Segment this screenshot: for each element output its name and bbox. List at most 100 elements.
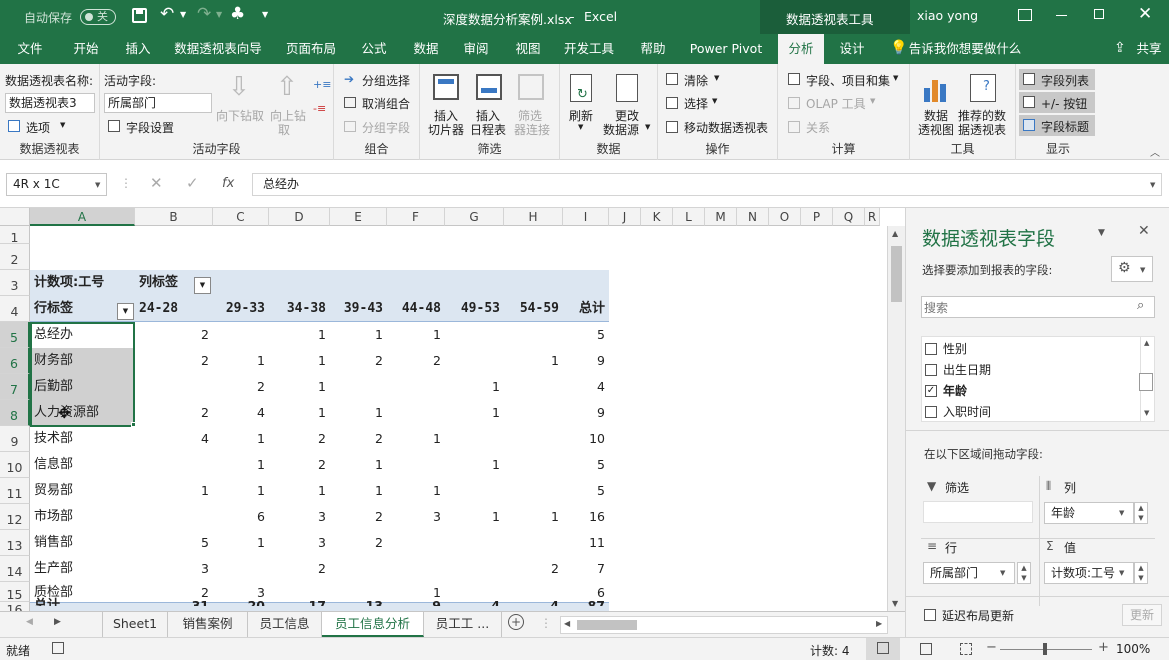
pivot-value-cell[interactable]: 5 — [563, 455, 605, 475]
row-header-12[interactable]: 12 — [0, 504, 30, 530]
zoom-slider-handle[interactable] — [1043, 643, 1047, 655]
autosave-toggle[interactable]: 关 — [80, 9, 116, 25]
sheet-tab-employee-analysis[interactable]: 员工信息分析 — [322, 612, 424, 637]
row-header-9[interactable]: 9 — [0, 426, 30, 452]
pivot-value-cell[interactable]: 2 — [269, 429, 326, 449]
tab-design[interactable]: 设计 — [830, 34, 874, 64]
pivot-value-cell[interactable]: 1 — [213, 481, 265, 501]
select-button[interactable]: 选择 — [684, 95, 708, 112]
tab-file[interactable]: 文件 — [8, 34, 52, 64]
col-header-e[interactable]: E — [330, 208, 387, 226]
pivot-value-cell[interactable]: 2 — [135, 325, 209, 345]
customize-qat-icon[interactable]: ▼ — [262, 10, 268, 19]
pivot-name-input[interactable]: 数据透视表3 — [5, 93, 95, 113]
col-header-o[interactable]: O — [769, 208, 801, 226]
pivot-value-cell[interactable]: 5 — [563, 481, 605, 501]
name-box-dropdown-icon[interactable]: ▼ — [95, 181, 100, 189]
pivot-value-cell[interactable]: 9 — [563, 403, 605, 423]
pivot-value-cell[interactable]: 1 — [330, 455, 383, 475]
field-checkbox[interactable] — [925, 406, 937, 418]
pivot-value-cell[interactable]: 3 — [135, 559, 209, 579]
pivot-value-cell[interactable]: 1 — [445, 507, 500, 527]
ungroup-button[interactable]: 取消组合 — [362, 95, 410, 112]
ribbon-display-icon[interactable] — [1018, 9, 1032, 21]
field-headers-toggle[interactable]: 字段标题 — [1019, 115, 1095, 136]
pivot-value-cell[interactable]: 1 — [269, 377, 326, 397]
pivot-value-cell[interactable]: 2 — [135, 403, 209, 423]
row-filter-button[interactable]: ▼ — [117, 303, 134, 320]
pivot-row-item[interactable]: 市场部 — [34, 507, 73, 527]
col-header-r[interactable]: R — [865, 208, 880, 226]
cancel-icon[interactable]: ✕ — [150, 174, 163, 192]
minimize-icon[interactable] — [1056, 15, 1067, 16]
tab-review[interactable]: 审阅 — [456, 34, 496, 64]
field-list-scroll-up-icon[interactable]: ▲ — [1144, 339, 1149, 347]
defer-update-checkbox[interactable] — [924, 609, 936, 621]
fields-items-button[interactable]: 字段、项目和集 — [806, 72, 890, 89]
field-settings-button[interactable]: 字段设置 — [126, 119, 174, 136]
expand-field-icon[interactable]: +≡ — [313, 78, 331, 91]
scroll-up-icon[interactable]: ▲ — [892, 229, 898, 238]
pivot-value-cell[interactable]: 1 — [504, 507, 559, 527]
pivot-value-cell[interactable]: 1 — [269, 325, 326, 345]
page-break-icon[interactable] — [960, 643, 972, 655]
pivot-value-cell[interactable]: 2 — [330, 507, 383, 527]
field-item[interactable]: ✓ 年龄 — [925, 381, 1125, 401]
pivot-value-cell[interactable]: 1 — [269, 403, 326, 423]
row-field-spinner[interactable]: ▲ ▼ — [1017, 562, 1031, 584]
horizontal-scrollbar[interactable]: ◀ ▶ — [560, 616, 888, 634]
row-header-10[interactable]: 10 — [0, 452, 30, 478]
pivot-value-cell[interactable]: 11 — [563, 533, 605, 553]
pivot-value-cell[interactable]: 2 — [269, 559, 326, 579]
pivot-value-cell[interactable]: 2 — [213, 377, 265, 397]
rows-area[interactable]: ≡ 行 所属部门 ▼ ▲ ▼ — [921, 536, 1033, 596]
values-area[interactable]: Σ 值 计数项:工号 ▼ ▲ ▼ — [1042, 536, 1154, 596]
row-header-15[interactable]: 15 — [0, 582, 30, 602]
field-item[interactable]: 出生日期 — [925, 360, 1125, 380]
collapse-ribbon-icon[interactable]: ︿ — [1150, 144, 1160, 159]
vertical-scroll-thumb[interactable] — [891, 246, 902, 302]
pivot-value-cell[interactable]: 1 — [213, 533, 265, 553]
undo-dropdown-icon[interactable]: ▼ — [180, 10, 186, 19]
col-header-a[interactable]: A — [30, 208, 135, 226]
sheet-tab-sales[interactable]: 销售案例 — [168, 612, 248, 637]
columns-area[interactable]: ⫴ 列 年龄 ▼ ▲ ▼ — [1042, 476, 1154, 536]
clear-button[interactable]: 清除 — [684, 72, 708, 89]
tab-power-pivot[interactable]: Power Pivot — [684, 34, 768, 64]
pivot-value-cell[interactable]: 5 — [563, 325, 605, 345]
pivot-value-cell[interactable]: 5 — [135, 533, 209, 553]
row-header-4[interactable]: 4 — [0, 296, 30, 322]
pivot-value-cell[interactable]: 4 — [563, 377, 605, 397]
pivot-value-cell[interactable]: 1 — [387, 481, 441, 501]
pivot-value-cell[interactable]: 10 — [563, 429, 605, 449]
olap-button[interactable]: OLAP 工具 — [806, 95, 866, 112]
tab-help[interactable]: 帮助 — [632, 34, 674, 64]
move-pivot-button[interactable]: 移动数据透视表 — [684, 119, 768, 136]
pivot-value-cell[interactable]: 1 — [269, 481, 326, 501]
sheet-prev-icon[interactable]: ◀ — [26, 617, 33, 627]
normal-view-button[interactable] — [866, 638, 900, 660]
vertical-scrollbar[interactable]: ▲ ▼ — [887, 226, 905, 611]
row-header-3[interactable]: 3 — [0, 270, 30, 296]
pivot-value-cell[interactable]: 2 — [387, 351, 441, 371]
field-list-scroll-thumb[interactable] — [1139, 373, 1153, 391]
pivot-row-item[interactable]: 财务部 — [34, 351, 73, 371]
row-header-13[interactable]: 13 — [0, 530, 30, 556]
filters-drop-zone[interactable] — [923, 501, 1033, 523]
row-field-dropdown[interactable]: 所属部门 ▼ — [923, 562, 1015, 584]
tab-pivot-wizard[interactable]: 数据透视表向导 — [170, 34, 266, 64]
sheet-tab-employees[interactable]: 员工信息 — [248, 612, 322, 637]
field-search-box[interactable]: 搜索 ⌕ — [921, 296, 1155, 318]
pivot-value-cell[interactable]: 1 — [445, 455, 500, 475]
field-item[interactable]: 性别 — [925, 339, 1125, 359]
name-box[interactable]: 4R x 1C — [6, 173, 107, 196]
pivot-value-cell[interactable]: 1 — [213, 455, 265, 475]
pivot-value-cell[interactable]: 1 — [135, 481, 209, 501]
pivot-value-cell[interactable]: 2 — [135, 351, 209, 371]
col-header-b[interactable]: B — [135, 208, 213, 226]
col-header-d[interactable]: D — [269, 208, 330, 226]
pivot-row-item[interactable]: 生产部 — [34, 559, 73, 579]
pivot-row-item[interactable]: 总经办 — [34, 325, 73, 345]
tab-split-icon[interactable]: ⋮ — [540, 616, 552, 630]
row-header-8[interactable]: 8 — [0, 400, 30, 426]
